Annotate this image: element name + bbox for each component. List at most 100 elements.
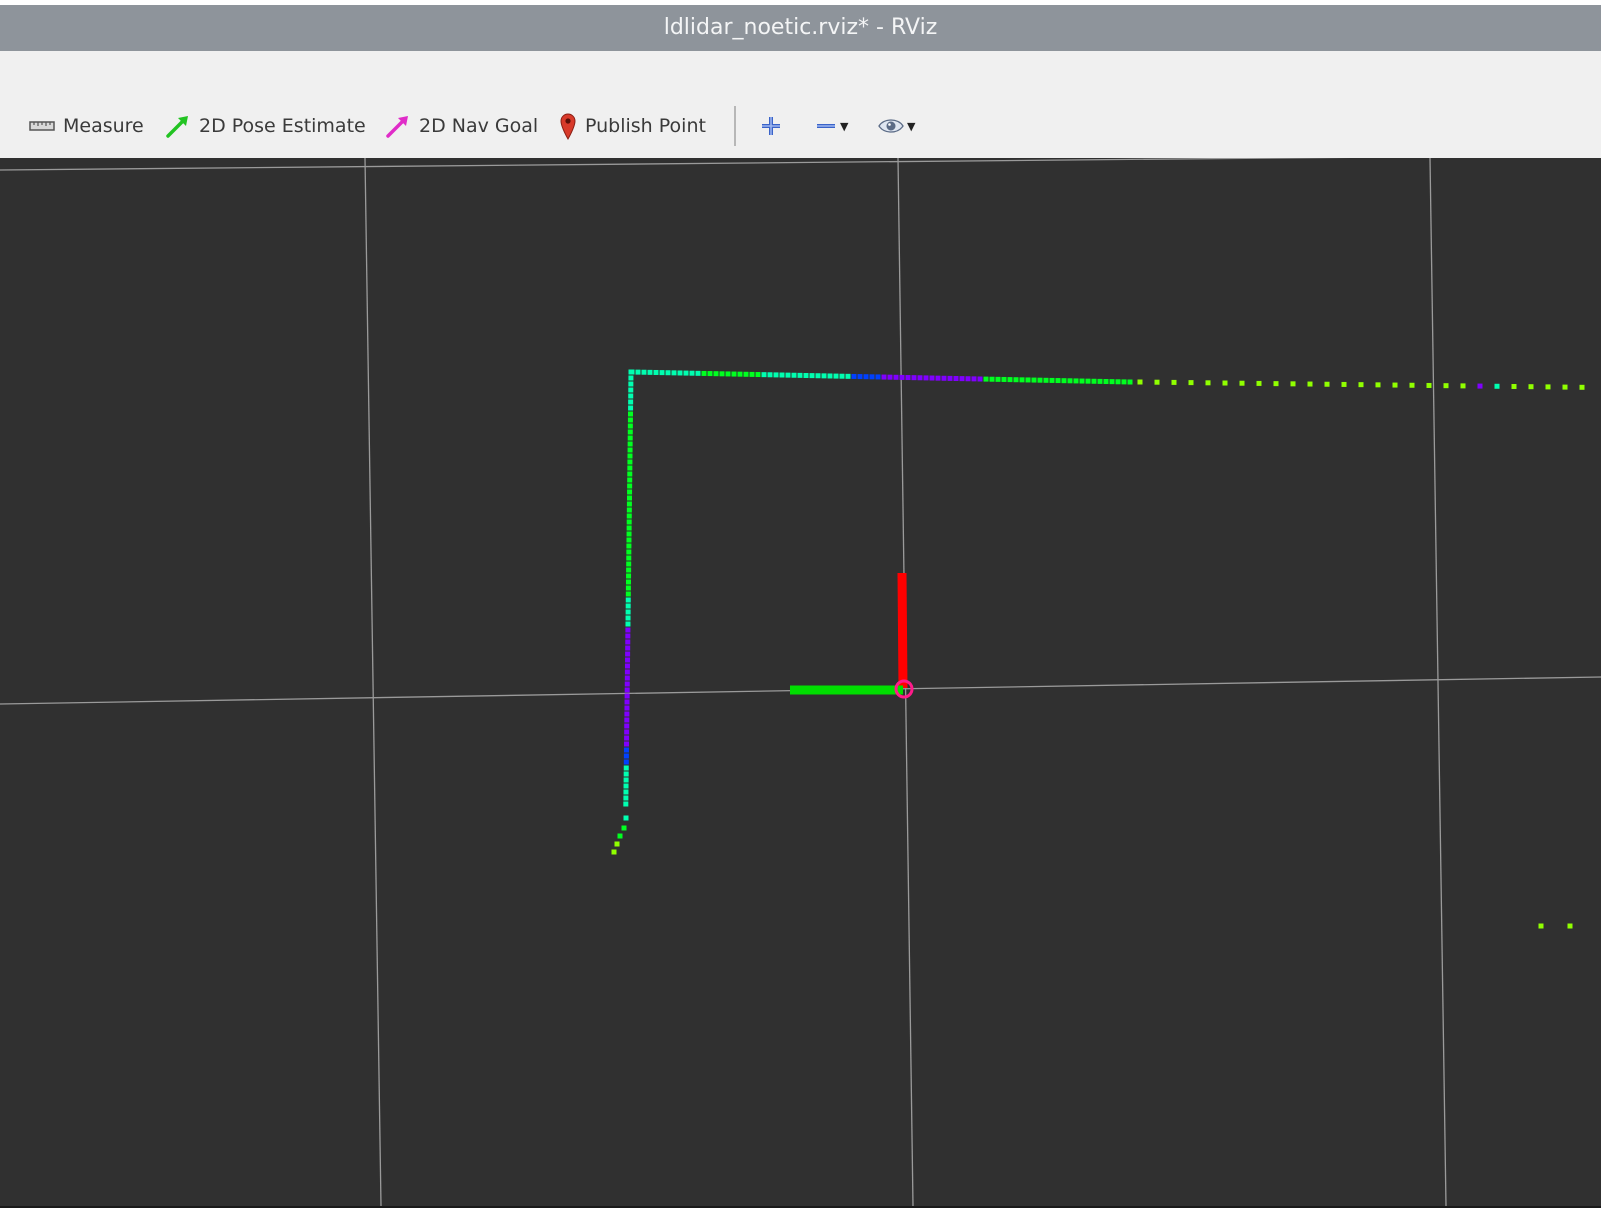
scan-point: [624, 681, 630, 687]
scan-point: [1273, 381, 1279, 387]
scan-point: [1013, 377, 1019, 383]
scan-point: [627, 447, 633, 453]
laser-scan-points: [611, 369, 1585, 929]
scan-point: [625, 597, 631, 603]
scan-point: [624, 717, 630, 723]
scan-point: [625, 579, 631, 585]
eye-icon: [878, 119, 904, 133]
scan-point: [707, 371, 713, 377]
nav-goal-tool-button[interactable]: 2D Nav Goal: [385, 111, 538, 141]
scan-point: [623, 783, 629, 789]
scan-point: [719, 371, 725, 377]
scan-point: [1545, 384, 1551, 390]
scan-point: [624, 669, 630, 675]
scan-point: [989, 376, 995, 382]
scan-point: [1031, 377, 1037, 383]
scan-point: [628, 381, 634, 387]
scan-point: [755, 372, 761, 378]
scan-point: [815, 373, 821, 379]
3d-render-viewport[interactable]: [0, 158, 1601, 1206]
scene-canvas: [0, 158, 1601, 1206]
map-pin-icon: [560, 113, 576, 140]
scan-point: [1409, 382, 1415, 388]
scan-point: [653, 369, 659, 375]
scan-point: [1188, 380, 1194, 386]
add-tool-button[interactable]: [759, 111, 783, 141]
scan-point: [1043, 377, 1049, 383]
scan-point: [626, 507, 632, 513]
scan-point: [1426, 382, 1432, 388]
scan-point: [627, 441, 633, 447]
scan-point: [611, 849, 617, 855]
scan-point: [621, 825, 627, 831]
scan-point: [917, 375, 923, 381]
scan-point: [1037, 377, 1043, 383]
scan-point: [899, 374, 905, 380]
scan-point: [625, 621, 631, 627]
scan-point: [626, 561, 632, 567]
scan-point: [623, 789, 629, 795]
scan-point: [1562, 384, 1568, 390]
scan-point: [624, 675, 630, 681]
scan-point: [623, 801, 629, 807]
scan-point: [623, 795, 629, 801]
scan-point: [1443, 383, 1449, 389]
scan-point: [749, 371, 755, 377]
scan-point: [625, 633, 631, 639]
green-arrow-icon: [166, 116, 188, 138]
scan-point: [1127, 379, 1133, 385]
scan-point: [627, 417, 633, 423]
scan-point: [1109, 379, 1115, 385]
scan-point: [1067, 378, 1073, 384]
measure-label: Measure: [63, 115, 144, 137]
scan-point: [851, 373, 857, 379]
publish-point-label: Publish Point: [585, 115, 706, 137]
window-edge: [1601, 0, 1606, 1214]
measure-tool-button[interactable]: Measure: [29, 111, 144, 141]
scan-point: [959, 376, 965, 382]
scan-point: [626, 549, 632, 555]
scan-point: [623, 777, 629, 783]
scan-point: [983, 376, 989, 382]
scan-point: [743, 371, 749, 377]
scan-point: [624, 735, 630, 741]
scan-point: [627, 483, 633, 489]
view-options-button[interactable]: ▼: [878, 111, 915, 141]
scan-point: [626, 573, 632, 579]
scan-point: [683, 370, 689, 376]
scan-point: [626, 525, 632, 531]
scan-point: [839, 373, 845, 379]
window-title: ldlidar_noetic.rviz* - RViz: [663, 15, 938, 40]
scan-point: [625, 603, 631, 609]
plus-icon: [762, 117, 780, 135]
scan-point: [857, 374, 863, 380]
pose-estimate-label: 2D Pose Estimate: [199, 115, 366, 137]
scan-point: [797, 372, 803, 378]
scan-point: [624, 663, 630, 669]
scan-point: [761, 372, 767, 378]
scan-point: [623, 815, 629, 821]
scan-point: [689, 370, 695, 376]
grid-line: [364, 158, 382, 1206]
scan-point: [1256, 380, 1262, 386]
scan-point: [625, 609, 631, 615]
publish-point-tool-button[interactable]: Publish Point: [559, 111, 706, 141]
scan-point: [929, 375, 935, 381]
scan-point: [627, 471, 633, 477]
nav-goal-label: 2D Nav Goal: [419, 115, 539, 137]
scan-point: [869, 374, 875, 380]
scan-point: [1392, 382, 1398, 388]
scan-point: [628, 393, 634, 399]
tools-toolbar: [0, 51, 1601, 159]
scan-point: [626, 501, 632, 507]
scan-point: [965, 376, 971, 382]
scan-point: [1025, 377, 1031, 383]
scan-point: [701, 370, 707, 376]
chevron-down-icon[interactable]: ▼: [907, 120, 915, 133]
pose-estimate-tool-button[interactable]: 2D Pose Estimate: [165, 111, 366, 141]
chevron-down-icon[interactable]: ▼: [840, 120, 848, 133]
window-edge: [0, 1206, 1601, 1208]
remove-tool-button[interactable]: ▼: [815, 111, 848, 141]
scan-point: [626, 513, 632, 519]
scan-point: [617, 833, 623, 839]
